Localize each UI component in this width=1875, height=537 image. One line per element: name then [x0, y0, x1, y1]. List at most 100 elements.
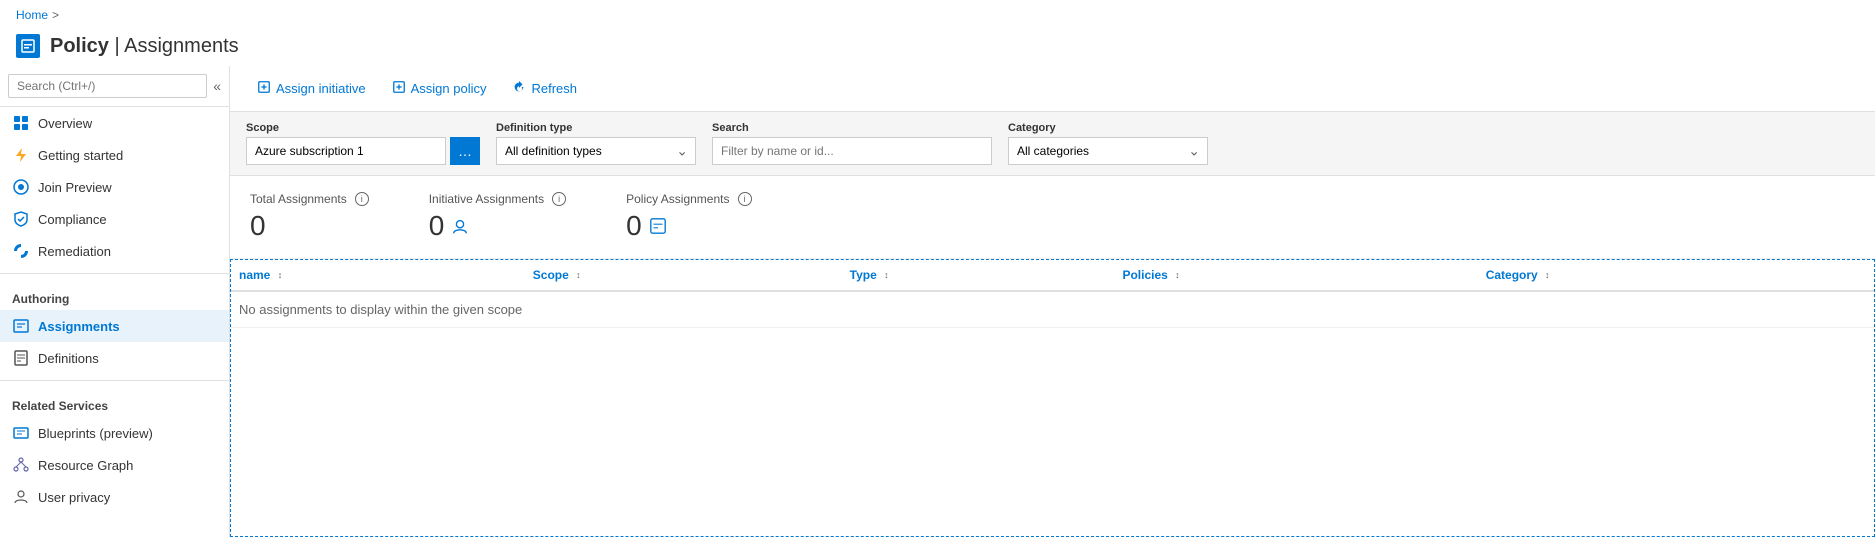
content-area: Assign initiative Assign policy Refresh … [230, 66, 1875, 537]
no-data-row: No assignments to display within the giv… [231, 291, 1874, 328]
no-data-message: No assignments to display within the giv… [231, 291, 1874, 328]
sidebar-item-assignments-label: Assignments [38, 319, 120, 334]
scope-picker-button[interactable]: … [450, 137, 480, 165]
assign-initiative-button[interactable]: Assign initiative [246, 74, 377, 103]
sidebar: « Overview Getting started Join Preview [0, 66, 230, 537]
policies-sort-icon[interactable]: ↕ [1175, 271, 1180, 280]
initiative-assignments-value: 0 [429, 210, 566, 242]
sidebar-item-user-privacy-label: User privacy [38, 490, 110, 505]
total-assignments-stat: Total Assignments i 0 [250, 192, 369, 242]
toolbar: Assign initiative Assign policy Refresh [230, 66, 1875, 112]
column-scope[interactable]: Scope ↕ [525, 260, 842, 291]
filter-bar: Scope … Definition type All definition t… [230, 112, 1875, 176]
scope-input-group: … [246, 137, 480, 165]
total-assignments-value: 0 [250, 210, 369, 242]
sidebar-item-definitions-label: Definitions [38, 351, 99, 366]
related-divider [0, 380, 229, 381]
sidebar-item-blueprints[interactable]: Blueprints (preview) [0, 417, 229, 449]
definition-type-select-wrapper: All definition types Initiative Policy [496, 137, 696, 165]
remediation-icon [12, 242, 30, 260]
policy-icon [16, 34, 40, 58]
breadcrumb: Home > [0, 0, 1875, 30]
search-filter-input[interactable] [712, 137, 992, 165]
privacy-icon [12, 488, 30, 506]
initiative-stat-icon [450, 216, 470, 236]
policy-assignments-value: 0 [626, 210, 751, 242]
category-label: Category [1008, 122, 1208, 134]
assignments-table: name ↕ Scope ↕ Type ↕ Policies [231, 260, 1874, 328]
assign-initiative-label: Assign initiative [276, 81, 366, 96]
table-section: name ↕ Scope ↕ Type ↕ Policies [230, 259, 1875, 537]
refresh-button[interactable]: Refresh [501, 74, 588, 103]
related-section-label: Related Services [0, 387, 229, 417]
sidebar-item-compliance[interactable]: Compliance [0, 203, 229, 235]
policy-assignments-stat: Policy Assignments i 0 [626, 192, 751, 242]
sidebar-item-definitions[interactable]: Definitions [0, 342, 229, 374]
collapse-button[interactable]: « [213, 78, 221, 94]
sidebar-item-getting-started-label: Getting started [38, 148, 123, 163]
sidebar-item-join-preview[interactable]: Join Preview [0, 171, 229, 203]
policy-assignments-label: Policy Assignments i [626, 192, 751, 206]
definition-type-select[interactable]: All definition types Initiative Policy [496, 137, 696, 165]
initiative-assignments-stat: Initiative Assignments i 0 [429, 192, 566, 242]
scope-label: Scope [246, 122, 480, 134]
policy-stat-icon [648, 216, 668, 236]
blueprints-icon [12, 424, 30, 442]
sidebar-item-getting-started[interactable]: Getting started [0, 139, 229, 171]
scope-filter-group: Scope … [246, 122, 480, 165]
definition-type-filter-group: Definition type All definition types Ini… [496, 122, 696, 165]
sidebar-item-remediation[interactable]: Remediation [0, 235, 229, 267]
page-title-bar: Policy | Assignments [0, 30, 1875, 66]
sidebar-item-assignments[interactable]: Assignments [0, 310, 229, 342]
sidebar-item-overview-label: Overview [38, 116, 92, 131]
sidebar-item-resource-graph[interactable]: Resource Graph [0, 449, 229, 481]
page-title: Policy | Assignments [50, 35, 239, 58]
sidebar-item-overview[interactable]: Overview [0, 107, 229, 139]
category-select[interactable]: All categories [1008, 137, 1208, 165]
column-category[interactable]: Category ↕ [1478, 260, 1874, 291]
refresh-icon [512, 80, 526, 97]
assign-initiative-icon [257, 80, 271, 97]
category-sort-icon[interactable]: ↕ [1545, 271, 1550, 280]
category-filter-group: Category All categories [1008, 122, 1208, 165]
assign-policy-icon [392, 80, 406, 97]
stats-bar: Total Assignments i 0 Initiative Assignm… [230, 176, 1875, 259]
category-select-wrapper: All categories [1008, 137, 1208, 165]
sidebar-item-join-preview-label: Join Preview [38, 180, 112, 195]
breadcrumb-home[interactable]: Home [16, 8, 48, 22]
search-box: « [0, 66, 229, 107]
scope-sort-icon[interactable]: ↕ [576, 271, 581, 280]
definitions-icon [12, 349, 30, 367]
name-sort-icon[interactable]: ↕ [278, 271, 283, 280]
sidebar-item-user-privacy[interactable]: User privacy [0, 481, 229, 513]
scope-input[interactable] [246, 137, 446, 165]
policy-assignments-info-icon[interactable]: i [738, 192, 752, 206]
column-type[interactable]: Type ↕ [842, 260, 1115, 291]
total-assignments-info-icon[interactable]: i [355, 192, 369, 206]
table-header-row: name ↕ Scope ↕ Type ↕ Policies [231, 260, 1874, 291]
flash-icon [12, 146, 30, 164]
compliance-icon [12, 210, 30, 228]
sidebar-item-resource-graph-label: Resource Graph [38, 458, 133, 473]
search-filter-group: Search [712, 122, 992, 165]
search-filter-label: Search [712, 122, 992, 134]
breadcrumb-separator: > [52, 8, 59, 22]
column-name[interactable]: name ↕ [231, 260, 525, 291]
search-input[interactable] [8, 74, 207, 98]
sidebar-item-remediation-label: Remediation [38, 244, 111, 259]
initiative-assignments-label: Initiative Assignments i [429, 192, 566, 206]
sidebar-item-blueprints-label: Blueprints (preview) [38, 426, 153, 441]
assignments-icon [12, 317, 30, 335]
definition-type-label: Definition type [496, 122, 696, 134]
assign-policy-label: Assign policy [411, 81, 487, 96]
sidebar-item-compliance-label: Compliance [38, 212, 107, 227]
graph-icon [12, 456, 30, 474]
assign-policy-button[interactable]: Assign policy [381, 74, 498, 103]
initiative-assignments-info-icon[interactable]: i [552, 192, 566, 206]
overview-icon [12, 114, 30, 132]
refresh-label: Refresh [531, 81, 577, 96]
column-policies[interactable]: Policies ↕ [1114, 260, 1477, 291]
total-assignments-label: Total Assignments i [250, 192, 369, 206]
authoring-divider [0, 273, 229, 274]
type-sort-icon[interactable]: ↕ [884, 271, 889, 280]
